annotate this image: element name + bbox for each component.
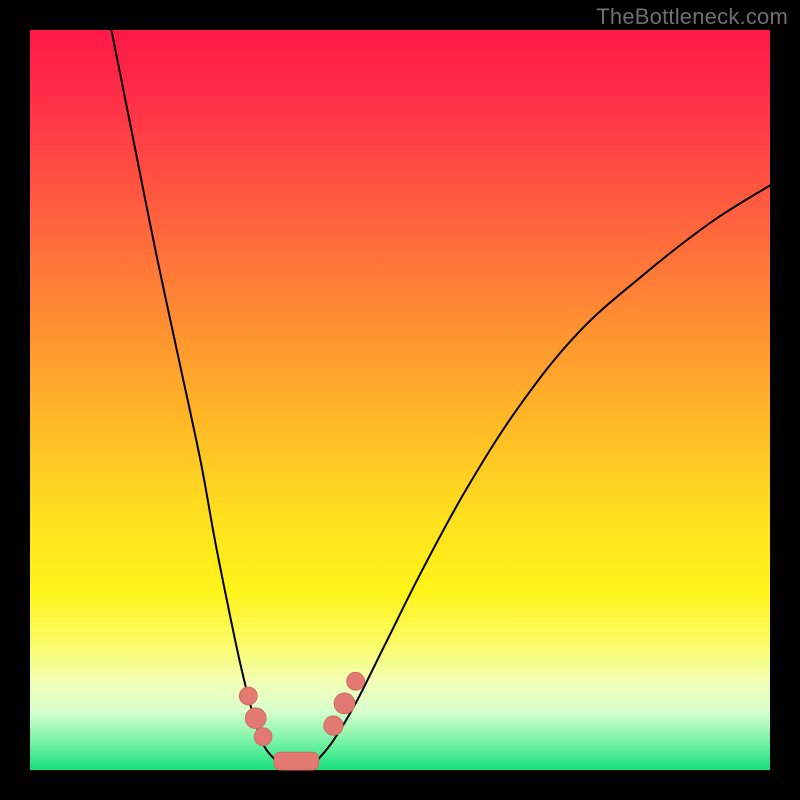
marker-dot bbox=[324, 716, 343, 735]
marker-dot bbox=[334, 693, 355, 714]
marker-dot bbox=[347, 672, 365, 690]
chart-frame: TheBottleneck.com bbox=[0, 0, 800, 800]
curve-right-branch bbox=[319, 185, 770, 759]
watermark-text: TheBottleneck.com bbox=[596, 4, 788, 30]
chart-svg bbox=[30, 30, 770, 770]
marker-dot bbox=[254, 728, 272, 746]
marker-dot bbox=[239, 687, 257, 705]
plot-area bbox=[30, 30, 770, 770]
marker-dot bbox=[245, 708, 266, 729]
curve-left-branch bbox=[111, 30, 274, 759]
marker-bar bbox=[274, 752, 318, 770]
